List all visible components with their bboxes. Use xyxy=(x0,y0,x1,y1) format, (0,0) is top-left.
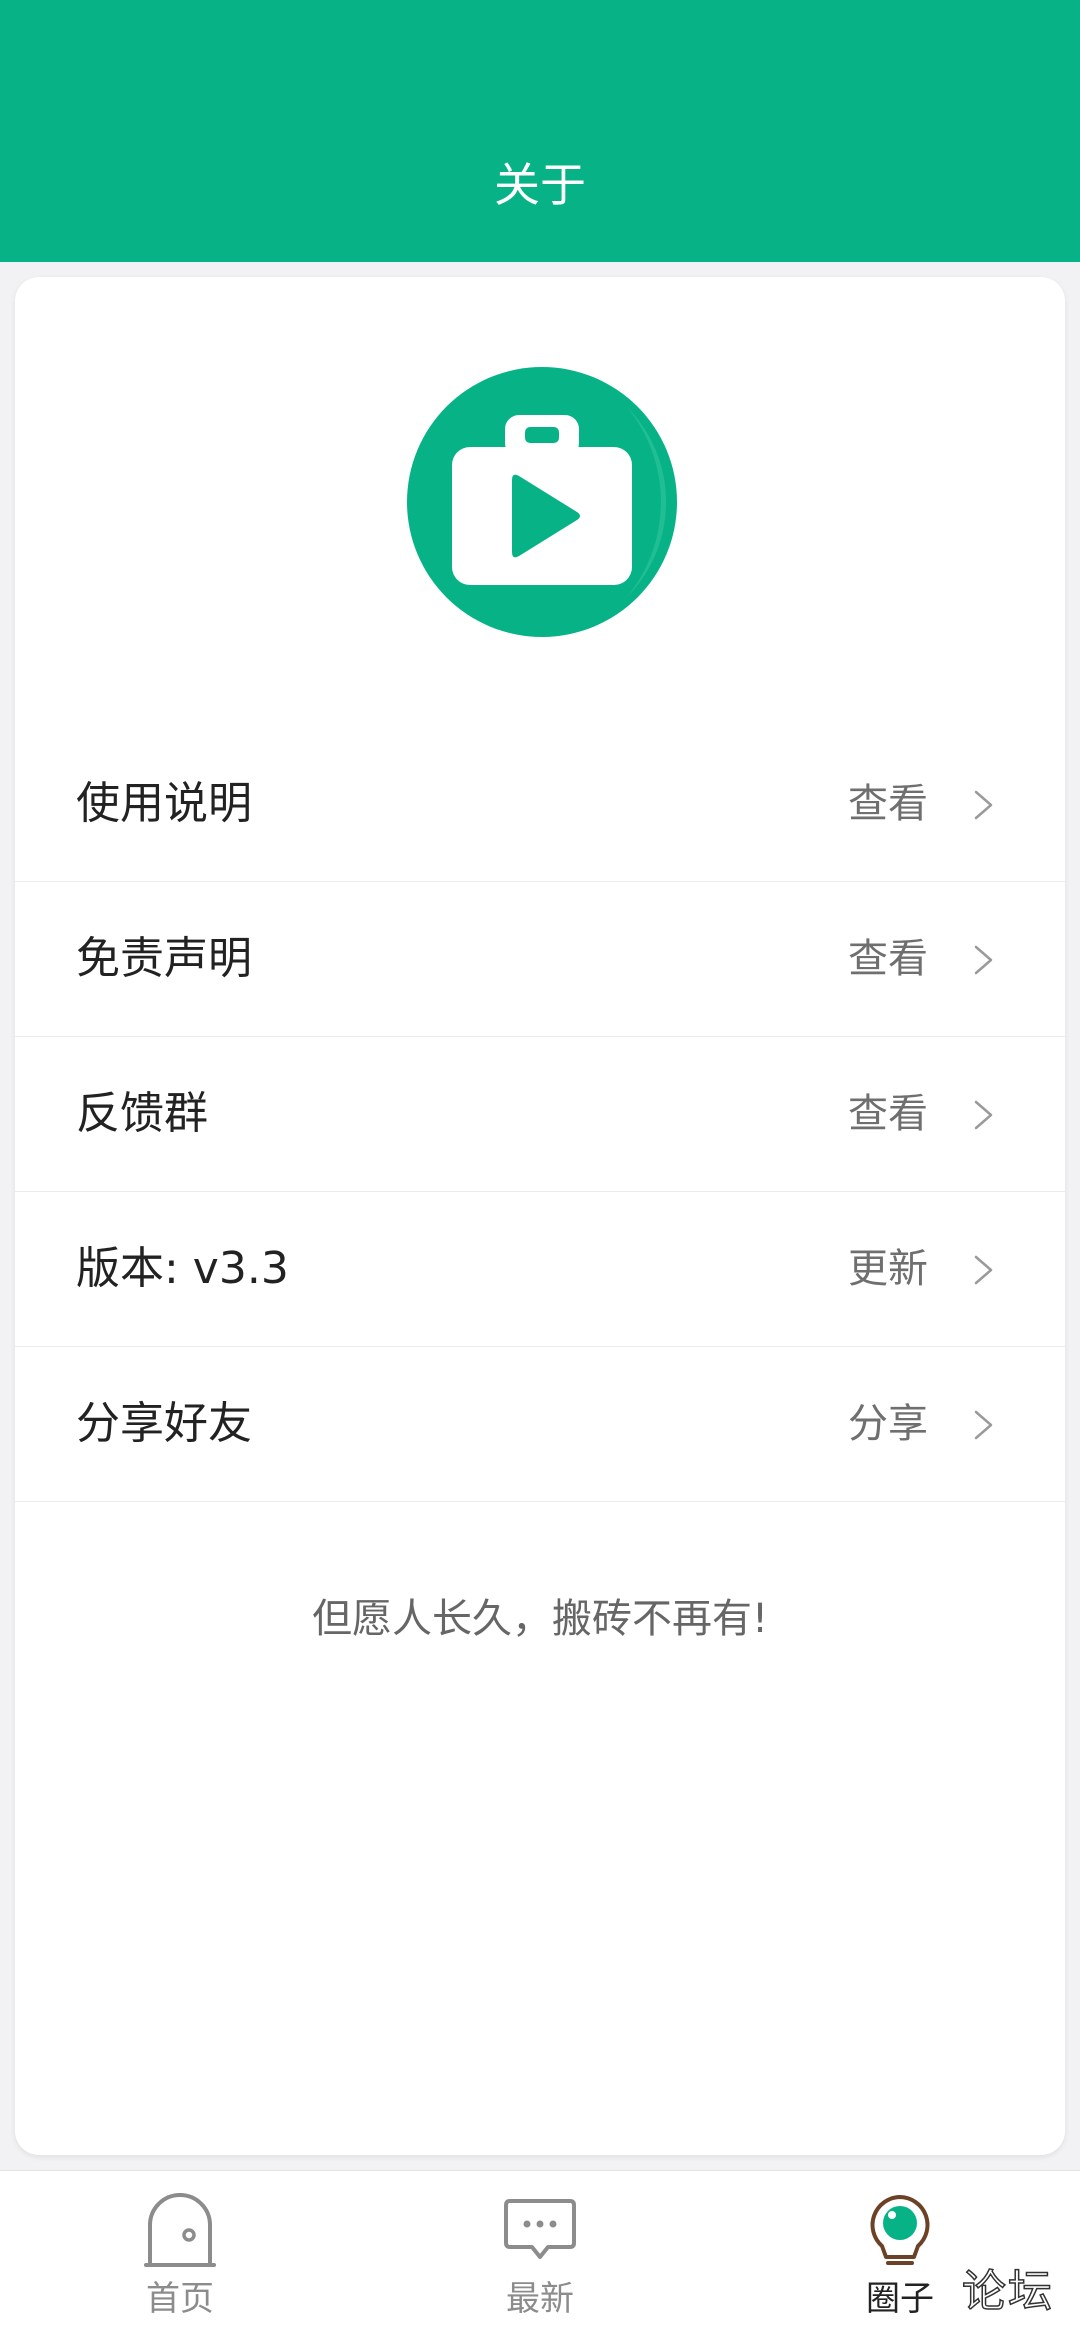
about-card: 使用说明 查看 免责声明 查看 反馈群 查看 版本: v3.3 更新 分享好友 xyxy=(15,277,1065,2155)
menu-row-action: 查看 xyxy=(848,936,928,982)
lightbulb-icon xyxy=(870,2195,930,2265)
menu-row-label: 使用说明 xyxy=(76,778,252,829)
menu-row-action: 查看 xyxy=(848,1091,928,1137)
bottom-tab-bar: 首页 最新 圈子 xyxy=(0,2170,1080,2340)
home-icon xyxy=(144,2193,216,2267)
page-title: 关于 xyxy=(494,158,586,212)
menu-row-label: 分享好友 xyxy=(76,1398,252,1449)
menu-row-action: 查看 xyxy=(848,781,928,827)
menu-row-feedback-group[interactable]: 反馈群 查看 xyxy=(15,1037,1065,1192)
chevron-right-icon xyxy=(974,1410,993,1440)
chat-bubble-icon xyxy=(504,2199,576,2259)
tab-latest[interactable]: 最新 xyxy=(360,2171,720,2340)
top-app-bar: 关于 xyxy=(0,0,1080,262)
menu-row-action: 分享 xyxy=(848,1401,928,1447)
chevron-right-icon xyxy=(974,1255,993,1285)
menu-row-label: 版本: v3.3 xyxy=(76,1243,289,1294)
tab-home[interactable]: 首页 xyxy=(0,2171,360,2340)
about-screen: 关于 使用说明 查看 免责声明 查看 反馈群 查看 版本: v3.3 更新 分享… xyxy=(0,0,1080,2340)
menu-row-label: 反馈群 xyxy=(76,1088,208,1139)
menu-row-disclaimer[interactable]: 免责声明 查看 xyxy=(15,882,1065,1037)
watermark-text: 论坛 xyxy=(961,2265,1054,2318)
menu-row-version[interactable]: 版本: v3.3 更新 xyxy=(15,1192,1065,1347)
menu-row-share[interactable]: 分享好友 分享 xyxy=(15,1347,1065,1502)
menu-row-action: 更新 xyxy=(848,1246,928,1292)
menu-row-instructions[interactable]: 使用说明 查看 xyxy=(15,727,1065,882)
tab-label: 首页 xyxy=(146,2279,214,2319)
settings-menu: 使用说明 查看 免责声明 查看 反馈群 查看 版本: v3.3 更新 分享好友 xyxy=(15,727,1065,1502)
app-logo-icon xyxy=(407,367,677,637)
chevron-right-icon xyxy=(974,1100,993,1130)
chevron-right-icon xyxy=(974,945,993,975)
slogan-text: 但愿人长久，搬砖不再有! xyxy=(311,1596,769,1642)
menu-row-label: 免责声明 xyxy=(76,933,252,984)
tab-label: 最新 xyxy=(506,2279,574,2319)
chevron-right-icon xyxy=(974,790,993,820)
